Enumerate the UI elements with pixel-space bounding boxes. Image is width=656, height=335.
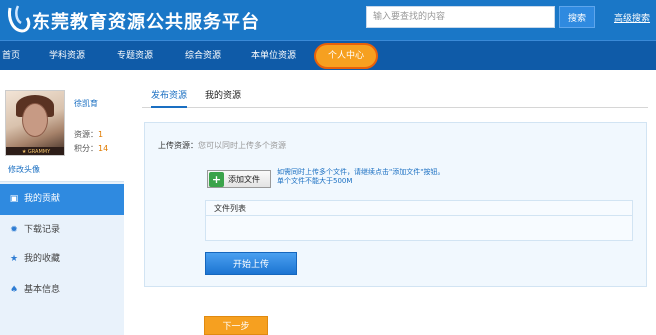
file-list-divider: [206, 215, 632, 216]
start-upload-button[interactable]: 开始上传: [205, 252, 297, 275]
nav-item-home[interactable]: 首页: [2, 41, 20, 71]
swirl-logo-icon[interactable]: [6, 4, 32, 34]
nav-item-general-resources[interactable]: 综合资源: [185, 41, 221, 71]
search-button[interactable]: 搜索: [559, 6, 595, 28]
sidebar-item-label: 基本信息: [24, 285, 61, 295]
points-value: 14: [98, 144, 109, 153]
resources-label: 资源：: [74, 130, 98, 139]
top-header: 东莞教育资源公共服务平台 搜索 高级搜索: [0, 0, 656, 40]
upload-label: 上传资源：您可以同时上传多个资源: [158, 140, 286, 151]
user-icon: ♠: [9, 285, 19, 295]
upload-label-text: 上传资源：: [158, 141, 198, 150]
resources-stat: 资源：1: [74, 129, 103, 140]
profile-card: ★ GRAMMY 徐凯育 资源：1 积分：14 修改头像: [0, 78, 124, 182]
avatar[interactable]: ★ GRAMMY: [5, 90, 65, 156]
username[interactable]: 徐凯育: [74, 98, 98, 109]
nav-item-topic-resources[interactable]: 专题资源: [117, 41, 153, 71]
sidebar-item-label: 下载记录: [24, 225, 61, 235]
gear-icon: ✹: [10, 225, 18, 235]
file-list-box: 文件列表: [205, 200, 633, 241]
sidebar-item-my-contributions[interactable]: ▣ 我的贡献: [0, 184, 124, 215]
upload-panel: 上传资源：您可以同时上传多个资源 添加文件 + 如需同时上传多个文件，请继续点击…: [144, 122, 647, 287]
edit-avatar-link[interactable]: 修改头像: [8, 164, 40, 175]
next-step-button[interactable]: 下一步: [204, 316, 268, 335]
upload-note-line-1: 如需同时上传多个文件，请继续点击"添加文件"按钮。: [277, 168, 445, 176]
nav-item-unit-resources[interactable]: 本单位资源: [251, 41, 296, 71]
avatar-logo-band: ★ GRAMMY: [6, 147, 64, 155]
points-stat: 积分：14: [74, 143, 108, 154]
upload-note: 如需同时上传多个文件，请继续点击"添加文件"按钮。 单个文件不能大于500M: [277, 168, 444, 186]
star-icon: ★: [9, 254, 19, 264]
tab-publish-resource[interactable]: 发布资源: [151, 88, 188, 108]
resources-value: 1: [98, 130, 104, 139]
search-input[interactable]: [366, 6, 555, 28]
upload-hint: 您可以同时上传多个资源: [198, 141, 286, 150]
advanced-search-link[interactable]: 高级搜索: [614, 11, 650, 24]
tab-my-resources[interactable]: 我的资源: [205, 88, 241, 101]
sidebar-item-label: 我的收藏: [24, 254, 61, 264]
nav-item-subject-resources[interactable]: 学科资源: [49, 41, 85, 71]
avatar-face-shape: [22, 103, 48, 137]
file-list-title: 文件列表: [214, 204, 246, 213]
content-tabs: 发布资源 我的资源: [142, 84, 648, 108]
points-label: 积分：: [74, 144, 98, 153]
sidebar-item-my-favorites[interactable]: ★ 我的收藏: [0, 244, 124, 275]
add-file-icon[interactable]: +: [209, 172, 224, 187]
sidebar-item-basic-info[interactable]: ♠ 基本信息: [0, 275, 124, 306]
nav-item-personal-center[interactable]: 个人中心: [314, 43, 378, 69]
monitor-icon: ▣: [9, 194, 19, 204]
sidebar-item-label: 我的贡献: [24, 194, 61, 204]
upload-note-line-2: 单个文件不能大于500M: [277, 177, 353, 185]
site-title: 东莞教育资源公共服务平台: [32, 12, 260, 33]
sidebar: ★ GRAMMY 徐凯育 资源：1 积分：14 修改头像 ▣ 我的贡献 ✹ 下载…: [0, 78, 124, 335]
sidebar-item-download-history[interactable]: ✹ 下载记录: [0, 215, 124, 246]
